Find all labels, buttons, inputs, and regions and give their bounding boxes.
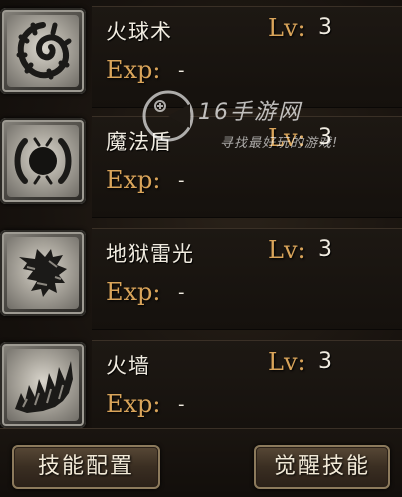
- skill-row-fireball[interactable]: 火球术 Lv: 3 Exp: -: [0, 0, 402, 112]
- exp-value: -: [178, 60, 185, 81]
- magic-shield-icon: [7, 125, 79, 197]
- exp-label: Exp:: [106, 56, 161, 84]
- awaken-skill-button[interactable]: 觉醒技能: [254, 445, 390, 489]
- hell-lightning-icon: [7, 237, 79, 309]
- skill-panel: 火球术 Lv: 3 Exp: - 魔法盾 Lv: 3 Exp: - 地狱雷光 L…: [0, 0, 402, 497]
- skill-row-magic-shield[interactable]: 魔法盾 Lv: 3 Exp: -: [0, 110, 402, 222]
- level-value: 3: [318, 125, 332, 150]
- skill-icon-frame[interactable]: [0, 118, 86, 204]
- exp-label: Exp:: [106, 166, 161, 194]
- skill-icon-frame[interactable]: [0, 8, 86, 94]
- skill-name: 火球术: [106, 20, 172, 44]
- skill-name: 地狱雷光: [106, 242, 194, 266]
- skill-name: 火墙: [106, 354, 150, 378]
- level-label: Lv:: [268, 348, 306, 376]
- skill-row-hell-lightning[interactable]: 地狱雷光 Lv: 3 Exp: -: [0, 222, 402, 334]
- fire-swirl-icon: [7, 15, 79, 87]
- level-label: Lv:: [268, 14, 306, 42]
- level-value: 3: [318, 15, 332, 40]
- exp-value: -: [178, 394, 185, 415]
- exp-label: Exp:: [106, 278, 161, 306]
- level-label: Lv:: [268, 124, 306, 152]
- level-value: 3: [318, 349, 332, 374]
- exp-value: -: [178, 282, 185, 303]
- fire-wall-icon: [7, 349, 79, 421]
- level-value: 3: [318, 237, 332, 262]
- exp-value: -: [178, 170, 185, 191]
- skill-icon-frame[interactable]: [0, 342, 86, 428]
- exp-label: Exp:: [106, 390, 161, 418]
- skill-config-button[interactable]: 技能配置: [12, 445, 160, 489]
- level-label: Lv:: [268, 236, 306, 264]
- skill-icon-frame[interactable]: [0, 230, 86, 316]
- bottom-action-bar: 技能配置 觉醒技能: [0, 428, 402, 497]
- skill-name: 魔法盾: [106, 130, 172, 154]
